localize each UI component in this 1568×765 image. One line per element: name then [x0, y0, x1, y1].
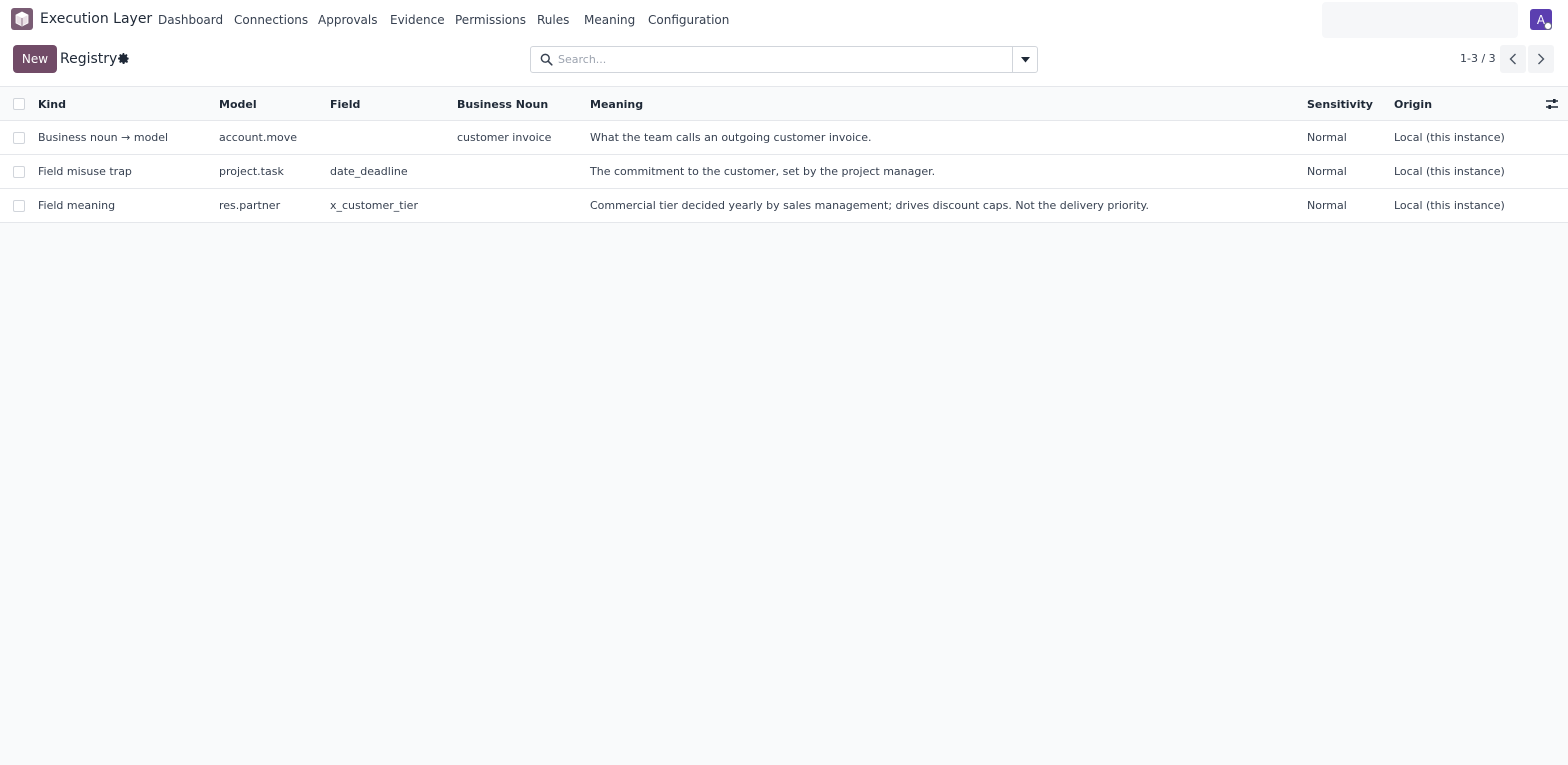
nav-item-permissions[interactable]: Permissions — [455, 13, 526, 27]
pager-previous-button[interactable] — [1500, 45, 1526, 73]
page-title: Registry — [60, 51, 118, 67]
column-header-business-noun[interactable]: Business Noun — [457, 88, 548, 120]
new-button[interactable]: New — [13, 45, 57, 73]
chevron-right-icon — [1538, 53, 1545, 65]
app-logo-icon[interactable] — [11, 8, 33, 30]
pager-value[interactable]: 1-3 / 3 — [1460, 52, 1496, 65]
search-input[interactable] — [558, 48, 1010, 71]
nav-item-evidence[interactable]: Evidence — [390, 13, 445, 27]
table-header: Kind Model Field Business Noun Meaning S… — [0, 88, 1568, 121]
column-header-model[interactable]: Model — [219, 88, 257, 120]
cell-kind: Business noun → model — [38, 131, 169, 144]
nav-item-meaning[interactable]: Meaning — [584, 13, 635, 27]
row-checkbox[interactable] — [13, 131, 25, 144]
cell-meaning: Commercial tier decided yearly by sales … — [590, 199, 1149, 212]
cell-model: project.task — [219, 165, 284, 178]
select-all-checkbox[interactable] — [13, 98, 25, 110]
optional-columns-icon[interactable] — [1545, 97, 1559, 111]
top-navbar: Execution Layer Dashboard Connections Ap… — [0, 0, 1568, 40]
search-icon — [540, 53, 553, 66]
cell-field: date_deadline — [330, 165, 408, 178]
cell-business-noun: customer invoice — [457, 131, 552, 144]
nav-item-dashboard[interactable]: Dashboard — [158, 13, 223, 27]
nav-item-connections[interactable]: Connections — [234, 13, 308, 27]
status-dot-icon — [1544, 22, 1552, 30]
caret-down-icon — [1020, 56, 1030, 62]
gear-icon[interactable] — [117, 52, 130, 65]
cell-kind: Field misuse trap — [38, 165, 132, 178]
cell-sensitivity: Normal — [1307, 131, 1347, 144]
systray-placeholder — [1322, 2, 1518, 38]
cell-field: x_customer_tier — [330, 199, 418, 212]
cell-origin: Local (this instance) — [1394, 131, 1505, 144]
cell-origin: Local (this instance) — [1394, 199, 1505, 212]
cell-model: res.partner — [219, 199, 281, 212]
cell-origin: Local (this instance) — [1394, 165, 1505, 178]
pager-next-button[interactable] — [1528, 45, 1554, 73]
control-panel: New Registry 1-3 / 3 — [0, 40, 1568, 87]
table-row[interactable]: Business noun → model account.move custo… — [0, 121, 1568, 155]
column-header-sensitivity[interactable]: Sensitivity — [1307, 88, 1373, 120]
table-row[interactable]: Field meaning res.partner x_customer_tie… — [0, 189, 1568, 223]
row-checkbox[interactable] — [13, 199, 25, 212]
column-header-kind[interactable]: Kind — [38, 88, 66, 120]
nav-item-rules[interactable]: Rules — [537, 13, 569, 27]
cell-sensitivity: Normal — [1307, 199, 1347, 212]
row-checkbox[interactable] — [13, 165, 25, 178]
app-name[interactable]: Execution Layer — [40, 11, 152, 27]
table-row[interactable]: Field misuse trap project.task date_dead… — [0, 155, 1568, 189]
chevron-left-icon — [1509, 53, 1516, 65]
cell-model: account.move — [219, 131, 298, 144]
cell-sensitivity: Normal — [1307, 165, 1347, 178]
registry-list: Kind Model Field Business Noun Meaning S… — [0, 88, 1568, 223]
column-header-origin[interactable]: Origin — [1394, 88, 1432, 120]
search-bar — [530, 46, 1038, 73]
cell-meaning: What the team calls an outgoing customer… — [590, 131, 872, 144]
cell-kind: Field meaning — [38, 199, 116, 212]
search-options-toggle[interactable] — [1012, 47, 1037, 72]
column-header-meaning[interactable]: Meaning — [590, 88, 643, 120]
nav-item-configuration[interactable]: Configuration — [648, 13, 729, 27]
cell-meaning: The commitment to the customer, set by t… — [590, 165, 936, 178]
column-header-field[interactable]: Field — [330, 88, 360, 120]
nav-item-approvals[interactable]: Approvals — [318, 13, 378, 27]
